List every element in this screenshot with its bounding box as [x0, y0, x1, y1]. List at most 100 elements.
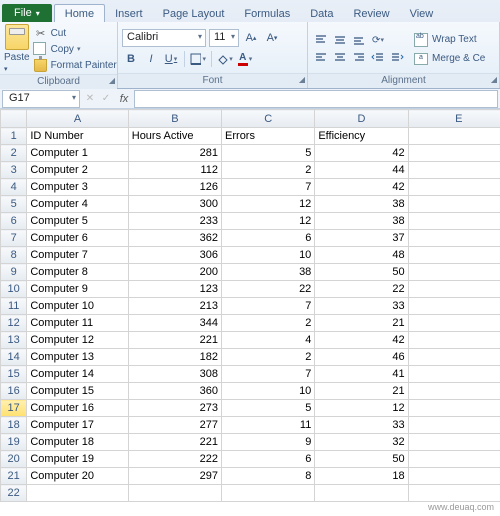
cell[interactable]: 360 — [128, 383, 221, 400]
cell[interactable] — [408, 145, 500, 162]
row-header[interactable]: 16 — [1, 383, 27, 400]
font-name-select[interactable]: Calibri — [122, 29, 206, 47]
cell[interactable]: 33 — [315, 417, 408, 434]
cell[interactable] — [408, 213, 500, 230]
cell[interactable]: 123 — [128, 281, 221, 298]
italic-button[interactable]: I — [142, 50, 160, 68]
alignment-launcher-icon[interactable]: ◢ — [491, 75, 497, 84]
cell[interactable]: 277 — [128, 417, 221, 434]
cell[interactable]: Computer 10 — [27, 298, 128, 315]
column-header-a[interactable]: A — [27, 110, 128, 128]
tab-insert[interactable]: Insert — [105, 5, 153, 22]
cell[interactable] — [408, 196, 500, 213]
cell[interactable]: 221 — [128, 332, 221, 349]
column-header-e[interactable]: E — [408, 110, 500, 128]
cell[interactable] — [408, 468, 500, 485]
formula-input[interactable] — [134, 90, 498, 108]
cancel-formula-icon[interactable]: ✕ — [82, 90, 98, 108]
cell[interactable]: 32 — [315, 434, 408, 451]
tab-data[interactable]: Data — [300, 5, 343, 22]
cell[interactable] — [408, 128, 500, 145]
cell[interactable]: 2 — [222, 162, 315, 179]
cell[interactable]: 38 — [315, 213, 408, 230]
cell[interactable]: 4 — [222, 332, 315, 349]
cell[interactable]: 300 — [128, 196, 221, 213]
cell[interactable]: 11 — [222, 417, 315, 434]
tab-home[interactable]: Home — [54, 4, 105, 22]
row-header[interactable]: 17 — [1, 400, 27, 417]
cell[interactable] — [408, 417, 500, 434]
cell[interactable]: 182 — [128, 349, 221, 366]
cell[interactable]: 48 — [315, 247, 408, 264]
align-middle-button[interactable] — [331, 33, 349, 48]
tab-review[interactable]: Review — [343, 5, 399, 22]
cell[interactable]: 2 — [222, 349, 315, 366]
cell[interactable]: 46 — [315, 349, 408, 366]
cell[interactable]: ID Number — [27, 128, 128, 145]
column-header-b[interactable]: B — [128, 110, 221, 128]
border-button[interactable] — [189, 50, 207, 68]
cell[interactable]: 7 — [222, 298, 315, 315]
row-header[interactable]: 15 — [1, 366, 27, 383]
clipboard-launcher-icon[interactable]: ◢ — [109, 76, 115, 85]
cell[interactable]: Computer 5 — [27, 213, 128, 230]
row-header[interactable]: 13 — [1, 332, 27, 349]
cell[interactable]: 18 — [315, 468, 408, 485]
cell[interactable] — [408, 485, 500, 502]
row-header[interactable]: 8 — [1, 247, 27, 264]
tab-formulas[interactable]: Formulas — [234, 5, 300, 22]
select-all-corner[interactable] — [1, 110, 27, 128]
cell[interactable]: Computer 2 — [27, 162, 128, 179]
align-right-button[interactable] — [350, 50, 368, 65]
cell[interactable]: 22 — [222, 281, 315, 298]
cell[interactable]: 8 — [222, 468, 315, 485]
cell[interactable]: Computer 17 — [27, 417, 128, 434]
row-header[interactable]: 10 — [1, 281, 27, 298]
cell[interactable] — [408, 264, 500, 281]
cell[interactable]: 344 — [128, 315, 221, 332]
cell[interactable] — [408, 281, 500, 298]
cell[interactable]: 221 — [128, 434, 221, 451]
increase-font-button[interactable]: A▴ — [242, 29, 260, 47]
cell[interactable]: 21 — [315, 383, 408, 400]
cell[interactable]: 9 — [222, 434, 315, 451]
name-box[interactable]: G17 — [2, 90, 80, 108]
align-left-button[interactable] — [312, 50, 330, 65]
cut-button[interactable]: Cut — [34, 26, 117, 40]
cell[interactable] — [408, 434, 500, 451]
cell[interactable] — [408, 400, 500, 417]
row-header[interactable]: 22 — [1, 485, 27, 502]
row-header[interactable]: 14 — [1, 349, 27, 366]
cell[interactable]: 297 — [128, 468, 221, 485]
cell[interactable] — [408, 247, 500, 264]
cell[interactable]: Errors — [222, 128, 315, 145]
cell[interactable]: Computer 8 — [27, 264, 128, 281]
merge-center-button[interactable]: Merge & Ce — [414, 53, 485, 65]
cell[interactable]: Hours Active — [128, 128, 221, 145]
cell[interactable]: Computer 7 — [27, 247, 128, 264]
font-size-select[interactable]: 11 — [209, 29, 239, 47]
cell[interactable] — [408, 383, 500, 400]
row-header[interactable]: 7 — [1, 230, 27, 247]
cell[interactable]: Computer 9 — [27, 281, 128, 298]
cell[interactable]: 33 — [315, 298, 408, 315]
paste-button[interactable]: Paste — [4, 24, 30, 74]
cell[interactable]: 2 — [222, 315, 315, 332]
cell[interactable]: 12 — [222, 213, 315, 230]
cell[interactable]: Computer 16 — [27, 400, 128, 417]
cell[interactable]: 38 — [315, 196, 408, 213]
orientation-button[interactable]: ⟳▾ — [369, 33, 387, 48]
row-header[interactable]: 9 — [1, 264, 27, 281]
cell[interactable] — [408, 162, 500, 179]
tab-file[interactable]: File — [2, 4, 52, 22]
cell[interactable]: Computer 19 — [27, 451, 128, 468]
cell[interactable]: Computer 14 — [27, 366, 128, 383]
cell[interactable]: 50 — [315, 264, 408, 281]
font-launcher-icon[interactable]: ◢ — [299, 75, 305, 84]
cell[interactable] — [408, 179, 500, 196]
row-header[interactable]: 2 — [1, 145, 27, 162]
cell[interactable]: 50 — [315, 451, 408, 468]
cell[interactable]: 42 — [315, 179, 408, 196]
cell[interactable]: Computer 15 — [27, 383, 128, 400]
align-top-button[interactable] — [312, 33, 330, 48]
